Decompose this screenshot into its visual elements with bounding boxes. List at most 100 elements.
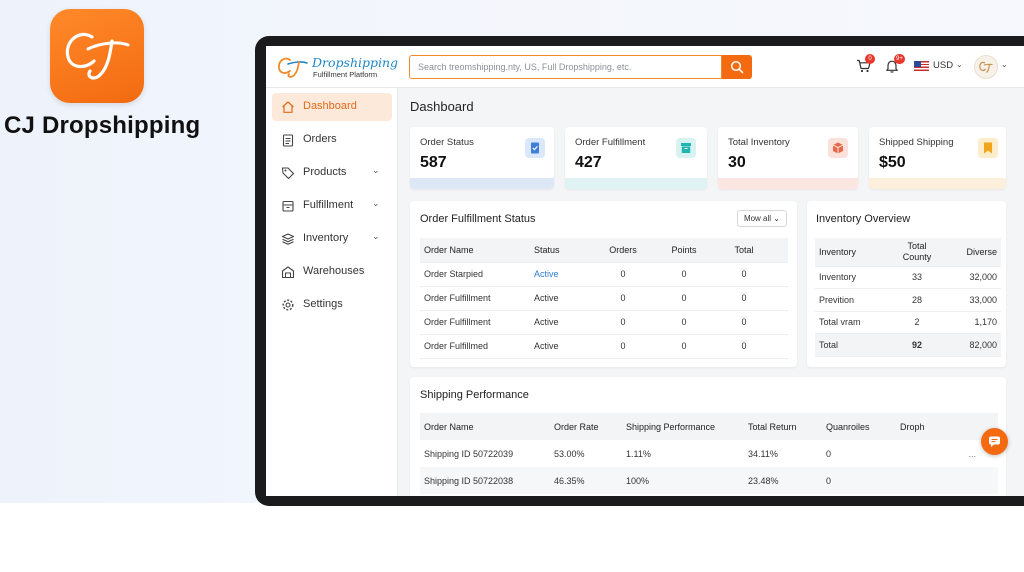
cell-order-name: Order Fulfillmed [420,334,530,359]
stat-title: Total Inventory [728,137,790,148]
home-icon [282,101,294,113]
stat-card-order-fulfillment[interactable]: Order Fulfillment 427 [565,127,707,189]
table-row[interactable]: Order Fulfillment Active 0 0 0 [420,310,788,335]
cell-orders: 0 [592,286,654,311]
page-title: Dashboard [410,99,474,114]
chevron-down-icon[interactable]: ⌄ [956,60,963,69]
cell-droph [896,467,998,494]
cell-total: 0 [714,286,774,311]
filter-label: Mow all [743,214,772,223]
table-row[interactable]: Prevition 28 33,000 [815,288,1001,312]
column-header[interactable]: Diverse [945,238,1001,267]
notification-badge: 9+ [894,54,905,64]
sidebar-item-dashboard[interactable]: Dashboard [272,93,392,121]
sidebar-item-inventory[interactable]: Inventory ⌄ [272,225,392,253]
cj-logo-mark-icon [278,57,308,78]
table-row[interactable]: Order Fulfillmed Active 0 0 0 [420,334,788,359]
table-row[interactable]: Inventory 33 32,000 [815,266,1001,289]
stat-value: 587 [420,154,447,171]
stat-card-order-status[interactable]: Order Status 587 [410,127,554,189]
column-header[interactable]: Orders [592,238,654,263]
cell-total-return: 23.48% [744,467,822,494]
archive-icon [676,138,696,158]
sidebar: Dashboard Orders Products ⌄ Fulfillment … [266,88,398,496]
column-header[interactable]: Order Name [420,413,550,440]
sidebar-item-label: Settings [303,298,343,310]
column-header[interactable]: Order Rate [550,413,622,440]
stack-icon [281,233,295,245]
column-header-spacer [774,238,788,263]
avatar[interactable] [974,55,998,79]
sidebar-item-settings[interactable]: Settings [272,291,392,319]
cell-total-return: 34.11% [748,448,778,459]
column-header[interactable]: Status [530,238,592,263]
table-row[interactable]: Shipping ID 50722038 46.35% 100% 23.48% … [420,467,998,494]
table-row[interactable]: Order Starpied Active 0 0 0 [420,262,788,287]
cell-order-name: Order Fulfillment [420,310,530,335]
cell-points: 0 [654,334,714,359]
filter-dropdown[interactable]: Mow all ⌄ [736,210,787,227]
table-row[interactable]: Order Fulfillment Active 0 0 0 [420,286,788,311]
table-header-row: Inventory Total County Diverse [815,238,1001,267]
column-header[interactable]: Shipping Performance [622,413,744,440]
cell-total: 0 [714,310,774,335]
cell-quanroiles: 0 [826,448,832,459]
chevron-down-icon[interactable]: ⌄ [372,198,380,209]
notifications-button[interactable]: 9+ [885,54,905,78]
table-row[interactable]: Total vram 2 1,170 [815,311,1001,334]
logo-title: Dropshipping [312,55,399,70]
panel-title: Shipping Performance [420,389,529,401]
gear-icon [282,299,294,311]
brand-name: CJ Dropshipping [4,112,201,139]
column-header[interactable]: Total [714,238,774,263]
stat-accent-bar [718,178,858,189]
stat-title: Order Status [420,137,474,148]
chevron-down-icon[interactable]: ⌄ [1001,60,1008,69]
stat-card-total-inventory[interactable]: Total Inventory 30 [718,127,858,189]
cell-status: Active [530,286,592,311]
sidebar-item-label: Warehouses [303,265,365,277]
cell-diverse: 32,000 [945,266,1001,289]
cart-button[interactable]: 0 [856,54,875,78]
column-header[interactable]: Quanroiles [822,413,896,440]
column-header[interactable]: Total Return [744,413,822,440]
cell-inventory: Total [815,333,889,357]
column-header[interactable]: Points [654,238,714,263]
cell-quanroiles: 0 [822,467,896,494]
inventory-overview-panel: Inventory Overview Inventory Total Count… [807,201,1006,367]
chat-support-button[interactable] [981,428,1008,455]
cell-diverse: 33,000 [945,288,1001,312]
table-row[interactable]: Shipping ID 50722039 53.00% 1.11% 34.11%… [420,440,998,467]
sidebar-item-warehouses[interactable]: Warehouses [272,258,392,286]
column-header[interactable]: Inventory [815,238,889,267]
cell-shipping-performance: 1.11% [626,448,651,459]
table-header-row: Order Name Status Orders Points Total [420,238,788,263]
currency-selector[interactable]: USD [933,60,953,71]
panel-title: Inventory Overview [816,213,911,225]
cell-count: 2 [889,311,945,334]
search-input[interactable]: Search treomshipping.nty, US, Full Drops… [409,55,722,79]
search-button[interactable] [722,55,752,79]
sidebar-item-fulfillment[interactable]: Fulfillment ⌄ [272,192,392,220]
cell-total: 0 [714,262,774,287]
cell-orders: 0 [592,262,654,287]
app-screen: Dropshipping Fulfillment Platform Search… [266,46,1024,496]
column-header[interactable]: Order Name [420,238,530,263]
stat-title: Order Fulfillment [575,137,646,148]
shipping-table: Order Name Order Rate Shipping Performan… [420,413,998,494]
chevron-down-icon[interactable]: ⌄ [372,165,380,176]
chevron-down-icon: ⌄ [773,214,780,223]
stat-value: 427 [575,154,602,171]
cell-points: 0 [654,310,714,335]
chevron-down-icon[interactable]: ⌄ [372,231,380,242]
cell-status[interactable]: Active [530,262,592,287]
table-total-row: Total 92 82,000 [815,333,1001,357]
sidebar-item-products[interactable]: Products ⌄ [272,159,392,187]
stat-card-shipped-shipping[interactable]: Shipped Shipping $50 [869,127,1006,189]
user-logo-icon [979,61,993,73]
cube-icon [828,138,848,158]
cell-points: 0 [654,286,714,311]
column-header[interactable]: Total County [889,238,945,267]
sidebar-item-orders[interactable]: Orders [272,126,392,154]
chat-icon [989,436,1000,447]
